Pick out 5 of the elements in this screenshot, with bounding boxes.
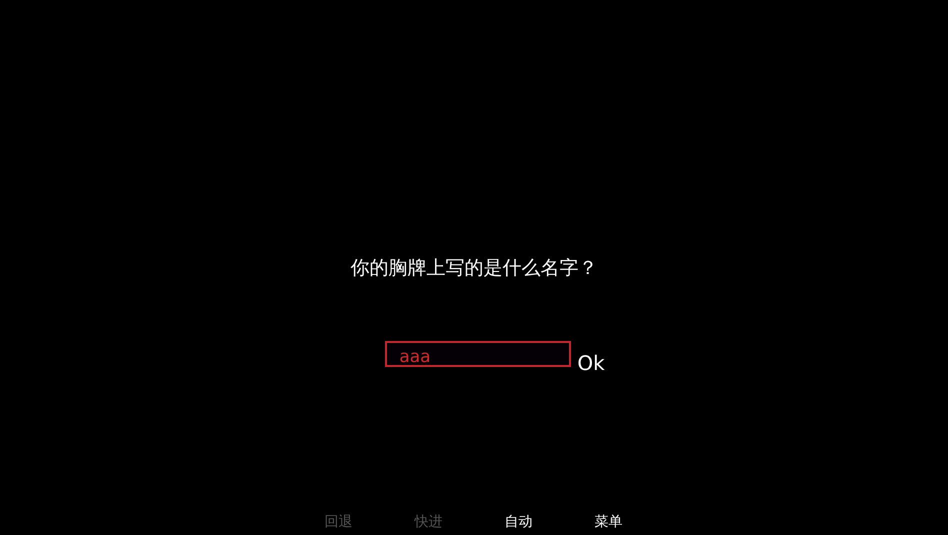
quick-menu-button[interactable]: 菜单: [594, 513, 624, 531]
quick-menu-button[interactable]: 自动: [504, 513, 534, 531]
ok-button[interactable]: Ok: [577, 351, 605, 375]
question-text: 你的胸牌上写的是什么名字？: [350, 256, 598, 281]
name-input-field[interactable]: aaa: [385, 341, 572, 367]
